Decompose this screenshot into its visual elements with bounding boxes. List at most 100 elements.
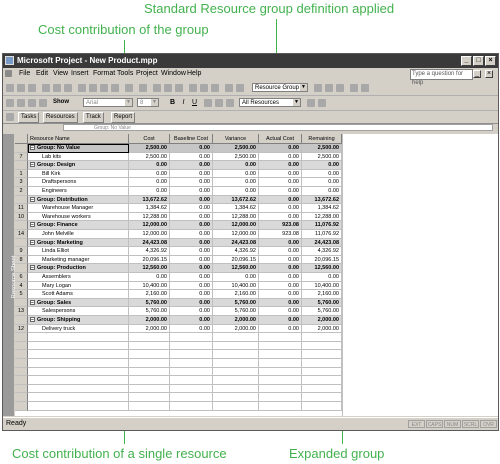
resource-name-cell[interactable]: Engineers (28, 187, 129, 196)
align-right-icon[interactable] (226, 99, 234, 107)
variance-cell[interactable]: 0.00 (213, 169, 259, 179)
empty-cell[interactable] (129, 393, 170, 402)
actual-cell[interactable]: 0.00 (259, 169, 302, 179)
empty-cell[interactable] (259, 376, 302, 385)
remaining-cell[interactable]: 20,096.15 (302, 255, 342, 265)
empty-cell[interactable] (302, 333, 342, 342)
group-name-cell[interactable]: − Group: Design (28, 161, 129, 170)
arrow-right-icon[interactable] (17, 99, 25, 107)
column-header[interactable]: Cost (129, 134, 170, 144)
row-id[interactable] (15, 298, 28, 308)
row-id[interactable] (15, 221, 28, 230)
variance-cell[interactable]: 12,288.00 (213, 212, 259, 222)
guide-track-button[interactable]: Track (83, 112, 104, 123)
resource-name-cell[interactable]: Bill Kirk (28, 169, 129, 179)
variance-cell[interactable]: 0.00 (213, 187, 259, 196)
collapse-group-icon[interactable]: − (30, 317, 35, 323)
empty-cell[interactable] (28, 376, 129, 385)
show-dropdown[interactable]: Show (53, 99, 69, 105)
row-id[interactable]: 13 (15, 307, 28, 316)
align-center-icon[interactable] (215, 99, 223, 107)
collapse-group-icon[interactable]: − (30, 196, 35, 202)
insert-hyperlink-icon[interactable] (139, 84, 147, 92)
collapse-group-icon[interactable]: − (30, 299, 35, 305)
empty-cell[interactable] (28, 393, 129, 402)
remaining-cell[interactable]: 12,560.00 (302, 264, 342, 273)
cost-cell[interactable]: 2,000.00 (129, 316, 170, 325)
empty-cell[interactable] (28, 384, 129, 394)
remaining-cell[interactable]: 0.00 (302, 273, 342, 282)
font-size-combo[interactable]: 8 ▼ (137, 98, 159, 107)
close-button[interactable]: × (485, 56, 496, 66)
select-all-corner[interactable] (15, 134, 28, 144)
resource-name-cell[interactable]: Lab kits (28, 152, 129, 162)
variance-cell[interactable]: 4,326.92 (213, 247, 259, 256)
cost-cell[interactable]: 1,384.62 (129, 204, 170, 213)
variance-cell[interactable]: 0.00 (213, 161, 259, 170)
actual-cell[interactable]: 0.00 (259, 161, 302, 170)
remaining-cell[interactable]: 5,760.00 (302, 298, 342, 308)
link-tasks-icon[interactable] (153, 84, 161, 92)
split-task-icon[interactable] (175, 84, 183, 92)
empty-cell[interactable] (170, 333, 213, 342)
italic-button[interactable]: I (179, 98, 188, 107)
baseline-cell[interactable]: 0.00 (170, 281, 213, 291)
remaining-cell[interactable]: 11,076.92 (302, 230, 342, 239)
actual-cell[interactable]: 0.00 (259, 281, 302, 291)
resource-name-cell[interactable]: John Melville (28, 230, 129, 239)
collapse-group-icon[interactable]: − (30, 265, 35, 271)
variance-cell[interactable]: 12,000.00 (213, 221, 259, 230)
baseline-cell[interactable]: 0.00 (170, 255, 213, 265)
variance-cell[interactable]: 2,500.00 (213, 144, 259, 153)
empty-cell[interactable] (302, 341, 342, 351)
remove-icon[interactable] (39, 99, 47, 107)
empty-cell[interactable] (302, 350, 342, 359)
guide-resources-button[interactable]: Resources (43, 112, 78, 123)
actual-cell[interactable]: 0.00 (259, 152, 302, 162)
remaining-cell[interactable]: 2,500.00 (302, 144, 342, 153)
resource-name-cell[interactable]: Draftspersons (28, 178, 129, 187)
empty-cell[interactable] (129, 341, 170, 351)
group-name-cell[interactable]: − Group: Production (28, 264, 129, 273)
cost-cell[interactable]: 20,096.15 (129, 255, 170, 265)
variance-cell[interactable]: 12,000.00 (213, 230, 259, 239)
baseline-cell[interactable]: 0.00 (170, 273, 213, 282)
empty-cell[interactable] (259, 341, 302, 351)
actual-cell[interactable]: 0.00 (259, 247, 302, 256)
empty-cell[interactable] (213, 367, 259, 377)
empty-cell[interactable] (170, 376, 213, 385)
actual-cell[interactable]: 0.00 (259, 144, 302, 153)
empty-cell[interactable] (259, 384, 302, 394)
new-icon[interactable] (6, 84, 14, 92)
empty-cell[interactable] (213, 393, 259, 402)
empty-cell[interactable] (302, 384, 342, 394)
group-name-cell[interactable]: − Group: Shipping (28, 316, 129, 325)
actual-cell[interactable]: 0.00 (259, 307, 302, 316)
empty-cell[interactable] (28, 350, 129, 359)
guide-icon[interactable] (6, 113, 14, 121)
cost-cell[interactable]: 24,423.08 (129, 238, 170, 248)
empty-cell[interactable] (28, 333, 129, 342)
row-id[interactable] (15, 144, 28, 153)
remaining-cell[interactable]: 0.00 (302, 178, 342, 187)
remaining-cell[interactable]: 12,288.00 (302, 212, 342, 222)
copy-picture-office-icon[interactable] (350, 84, 358, 92)
empty-cell[interactable] (302, 367, 342, 377)
empty-cell[interactable] (213, 402, 259, 411)
menu-view[interactable]: View (53, 70, 68, 77)
empty-cell[interactable] (129, 384, 170, 394)
actual-cell[interactable]: 0.00 (259, 178, 302, 187)
collapse-group-icon[interactable]: − (30, 145, 35, 151)
cost-cell[interactable]: 2,500.00 (129, 144, 170, 153)
row-id[interactable]: 10 (15, 212, 28, 222)
empty-cell[interactable] (129, 367, 170, 377)
cost-cell[interactable]: 5,760.00 (129, 298, 170, 308)
actual-cell[interactable]: 0.00 (259, 212, 302, 222)
variance-cell[interactable]: 2,000.00 (213, 324, 259, 334)
open-icon[interactable] (17, 84, 25, 92)
empty-cell[interactable] (302, 402, 342, 411)
group-name-cell[interactable]: − Group: Marketing (28, 238, 129, 248)
variance-cell[interactable]: 12,560.00 (213, 264, 259, 273)
row-id[interactable] (15, 238, 28, 248)
variance-cell[interactable]: 20,096.15 (213, 255, 259, 265)
